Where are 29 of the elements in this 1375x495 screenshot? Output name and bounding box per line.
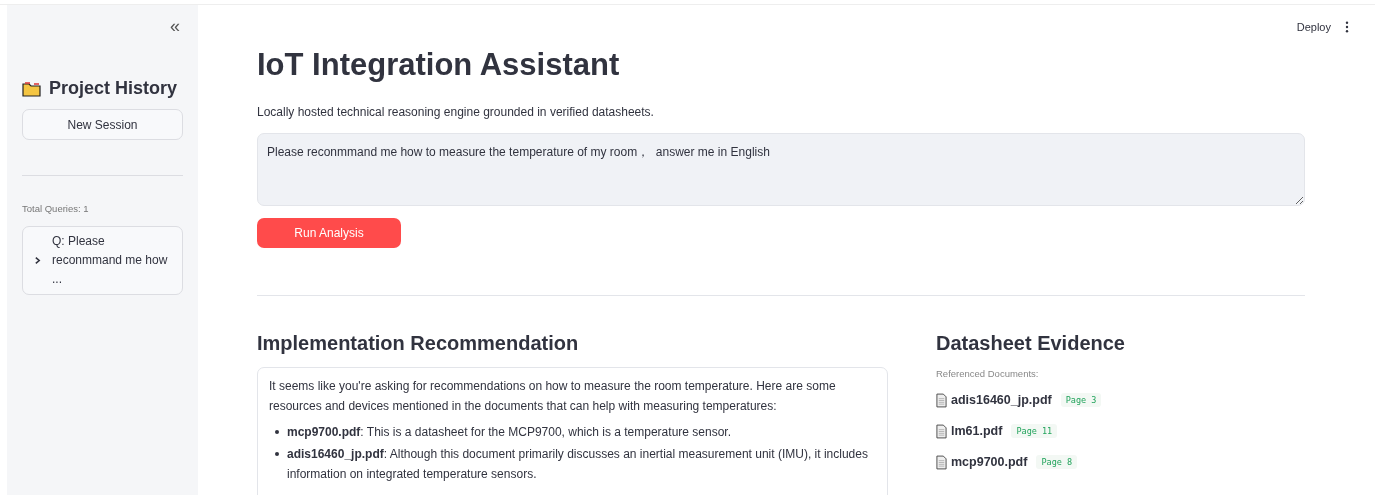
history-expander[interactable]: Q: Please reconmmand me how ... <box>22 226 183 295</box>
document-icon <box>936 392 947 408</box>
subtitle: Locally hosted technical reasoning engine grounded in verified datasheets. <box>257 105 655 119</box>
document-name: lm61.pdf <box>951 424 1003 438</box>
recommendation-text: It seems like you're asking for recommendations on how to measure the room temperature. Here are some resources and devices mentioned in the documents that can help with measuring temperatures: <box>269 378 837 415</box>
sidebar-title: Project History <box>49 78 178 99</box>
page-badge: Page 8 <box>1036 455 1078 469</box>
document-icon <box>936 454 947 470</box>
collapse-sidebar-button[interactable]: « <box>167 17 183 35</box>
list-item-text: adis16460_jp.pdf: Although this document primarily discusses an inertial measurement unit (IMU), it includes information on integrated temperature sensors. <box>287 446 869 483</box>
chevron-icon <box>33 256 42 265</box>
bullet-icon <box>275 430 279 434</box>
bullet-icon <box>275 452 279 456</box>
document-icon <box>936 423 947 439</box>
list-item-text: mcp9700.pdf: This is a datasheet for the MCP9700, which is a temperature sensor. <box>287 424 732 441</box>
query-field[interactable]: Please reconmmand me how to measure the temperature of my room， answer me in English <box>257 133 1305 206</box>
total-queries-label: Total Queries: 1 <box>22 203 90 214</box>
page-badge: Page 11 <box>1011 424 1058 438</box>
referenced-documents-label: Referenced Documents: <box>936 368 1040 379</box>
page-badge: Page 3 <box>1060 393 1102 407</box>
section-heading: Datasheet Evidence <box>936 331 1126 356</box>
document-name: mcp9700.pdf <box>951 455 1028 469</box>
deploy-button[interactable]: Deploy <box>1296 21 1331 33</box>
more-options-icon[interactable] <box>1345 21 1349 33</box>
document-name: adis16460_jp.pdf <box>951 393 1052 407</box>
new-session-button[interactable]: New Session <box>22 109 183 140</box>
section-heading: Implementation Recommendation <box>257 331 580 356</box>
page-title: IoT Integration Assistant <box>257 46 621 84</box>
folder-icon <box>22 80 42 97</box>
